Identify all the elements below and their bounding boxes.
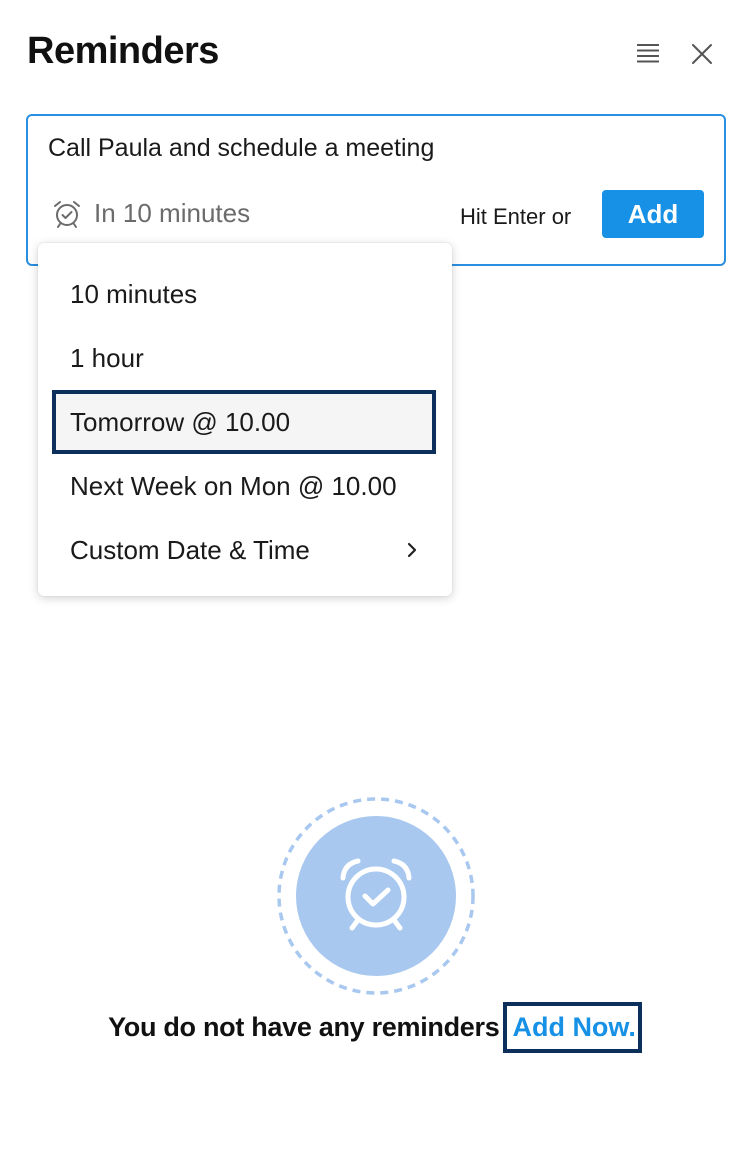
chevron-right-icon xyxy=(406,542,418,558)
enter-hint: Hit Enter or xyxy=(460,204,572,229)
empty-state-message: You do not have any reminders xyxy=(108,1012,500,1042)
menu-item-tomorrow[interactable]: Tomorrow @ 10.00 xyxy=(52,390,436,454)
empty-state-illustration xyxy=(276,796,476,996)
alarm-clock-icon xyxy=(54,200,80,228)
page-title: Reminders xyxy=(27,30,219,72)
reminder-time-label: In 10 minutes xyxy=(94,198,251,228)
menu-item-label: Custom Date & Time xyxy=(70,534,310,565)
menu-item-next-week[interactable]: Next Week on Mon @ 10.00 xyxy=(52,454,436,518)
list-icon xyxy=(637,44,659,63)
close-icon xyxy=(692,44,712,64)
menu-item-label: 10 minutes xyxy=(70,278,198,309)
menu-item-1-hour[interactable]: 1 hour xyxy=(52,326,436,390)
time-options-menu: 10 minutes 1 hour Tomorrow @ 10.00 Next … xyxy=(38,243,452,596)
reminder-text-input[interactable]: Call Paula and schedule a meeting xyxy=(48,134,434,163)
add-button[interactable]: Add xyxy=(602,190,704,238)
close-button[interactable] xyxy=(682,34,722,74)
list-view-button[interactable] xyxy=(628,34,668,74)
alarm-clock-icon xyxy=(277,797,475,995)
reminder-time-selector[interactable]: In 10 minutes xyxy=(52,198,250,229)
menu-item-label: Next Week on Mon @ 10.00 xyxy=(70,470,397,501)
menu-item-label: Tomorrow @ 10.00 xyxy=(70,406,291,437)
empty-state: You do not have any reminders Add Now. xyxy=(0,1002,750,1053)
menu-item-custom-date-time[interactable]: Custom Date & Time xyxy=(52,518,436,582)
add-now-link[interactable]: Add Now. xyxy=(503,1002,642,1053)
menu-item-label: 1 hour xyxy=(70,342,144,373)
reminders-panel: Reminders Call Paula and schedule a meet… xyxy=(0,0,750,1172)
menu-item-10-minutes[interactable]: 10 minutes xyxy=(52,262,436,326)
